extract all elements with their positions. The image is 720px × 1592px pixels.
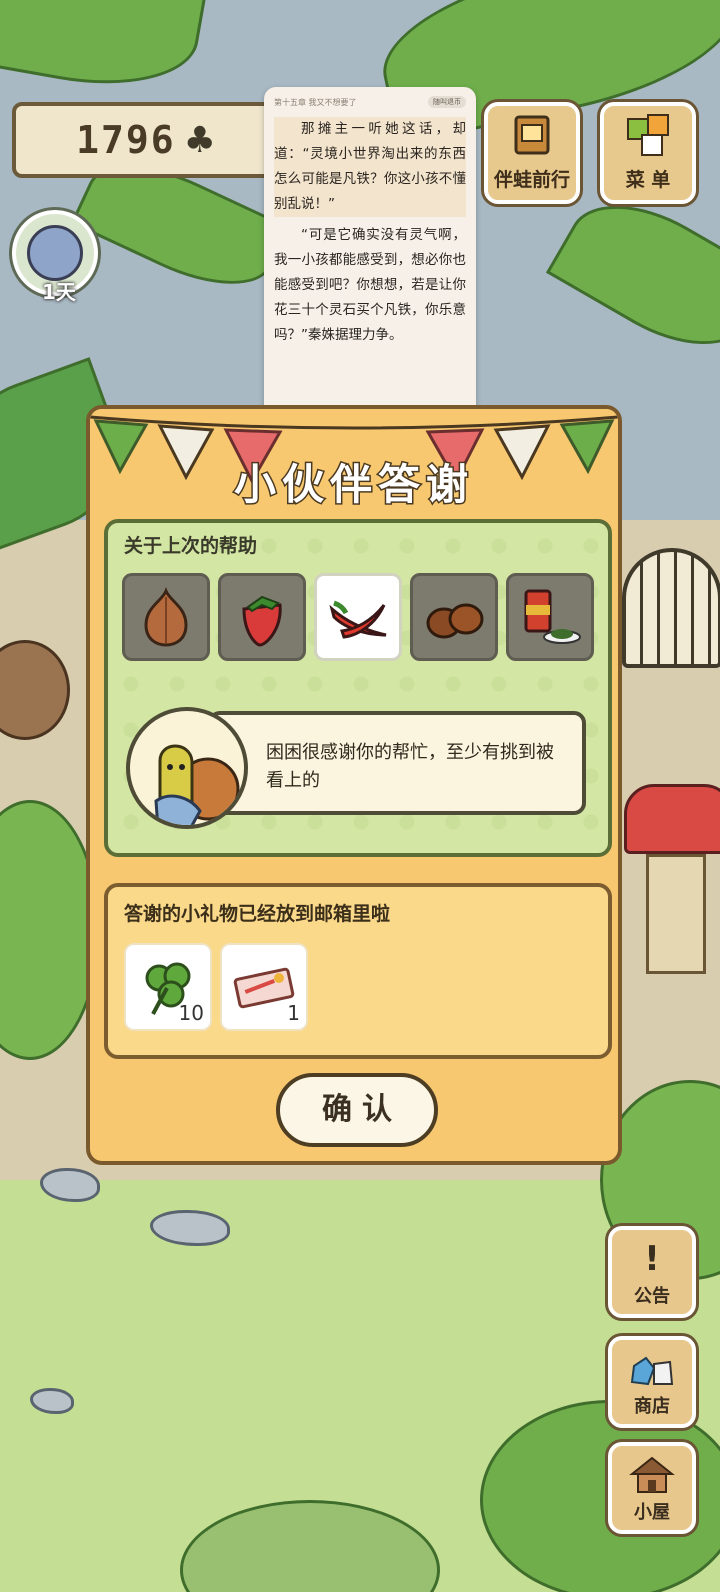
speech-text: 困困很感谢你的帮忙，至少有挑到被看上的 <box>266 742 554 791</box>
help-items-row <box>122 573 594 661</box>
help-item-strawberry[interactable] <box>218 573 306 661</box>
menu-cards-icon <box>627 114 669 156</box>
reader-paragraph: “可是它确实没有灵气啊，我一小孩都能感受到，想必你也能感受到吧？你想想，若是让你… <box>274 227 466 343</box>
clover-icon: ♣ <box>183 119 216 161</box>
strawberry-icon <box>242 595 282 647</box>
reader-header: 第十五章 我又不想要了 随叫退币 <box>274 93 466 111</box>
dialog-title: 小伙伴答谢 <box>232 459 474 511</box>
reader-paragraph: 那摊主一听她这话，却道：“灵境小世界淘出来的东西怎么可能是凡铁？你这小孩不懂别乱… <box>274 117 466 217</box>
clover-counter[interactable]: 1796 ♣ <box>12 102 280 178</box>
onion-icon <box>144 586 188 647</box>
speech-bubble: 困困很感谢你的帮忙，至少有挑到被看上的 <box>208 711 586 815</box>
help-item-canned-food[interactable] <box>506 573 594 661</box>
help-item-chestnut[interactable] <box>410 573 498 661</box>
speech-row: 困困很感谢你的帮忙，至少有挑到被看上的 <box>126 707 592 829</box>
book-icon <box>514 115 550 155</box>
mailbox <box>624 784 720 974</box>
birdcage <box>622 548 720 668</box>
gift-section-label: 答谢的小礼物已经放到邮箱里啦 <box>124 903 391 925</box>
chestnut-icon <box>426 603 484 639</box>
notice-label: 公告 <box>634 1286 670 1307</box>
house-button[interactable]: 小屋 <box>608 1442 696 1534</box>
travel-button[interactable]: 伴蛙前行 <box>484 102 580 204</box>
exclamation-icon: ! <box>644 1239 660 1279</box>
shop-button[interactable]: 商店 <box>608 1336 696 1428</box>
canned-food-icon <box>524 589 581 644</box>
help-item-onion[interactable] <box>122 573 210 661</box>
menu-button[interactable]: 菜 单 <box>600 102 696 204</box>
gift-ticket[interactable]: 1 <box>220 943 308 1031</box>
reader-pill[interactable]: 随叫退币 <box>428 96 466 108</box>
help-section-label: 关于上次的帮助 <box>124 535 258 557</box>
caterpillar-avatar <box>126 707 248 829</box>
notice-button[interactable]: ! 公告 <box>608 1226 696 1318</box>
reading-overlay[interactable]: 第十五章 我又不想要了 随叫退币 那摊主一听她这话，却道：“灵境小世界淘出来的东… <box>264 87 476 435</box>
travel-label: 伴蛙前行 <box>493 169 570 191</box>
shop-bag-icon <box>630 1356 674 1386</box>
chili-pepper-icon <box>329 600 387 639</box>
shop-label: 商店 <box>634 1396 670 1417</box>
confirm-button[interactable]: 确认 <box>276 1073 438 1147</box>
help-panel: 关于上次的帮助 困困很感谢你的帮忙，至少有挑到被看上的 <box>104 519 612 857</box>
menu-label: 菜 单 <box>625 169 671 191</box>
gift-row: 10 1 <box>124 943 308 1031</box>
avatar-icon <box>27 225 83 281</box>
gift-count: 1 <box>287 1001 300 1025</box>
gift-panel: 答谢的小礼物已经放到邮箱里啦 10 1 <box>104 883 612 1059</box>
gift-count: 10 <box>178 1001 204 1025</box>
chapter-title: 第十五章 我又不想要了 <box>274 97 357 107</box>
house-label: 小屋 <box>634 1502 670 1523</box>
help-item-chili-pepper[interactable] <box>314 573 402 661</box>
gift-clover[interactable]: 10 <box>124 943 212 1031</box>
thanks-dialog: 小伙伴答谢 关于上次的帮助 困困很感谢你的帮忙，至少有挑到被看上的 答谢的小礼物… <box>86 405 622 1165</box>
house-icon <box>629 1456 675 1493</box>
clover-count: 1796 <box>76 118 176 162</box>
day-label: 1天 <box>42 280 76 304</box>
